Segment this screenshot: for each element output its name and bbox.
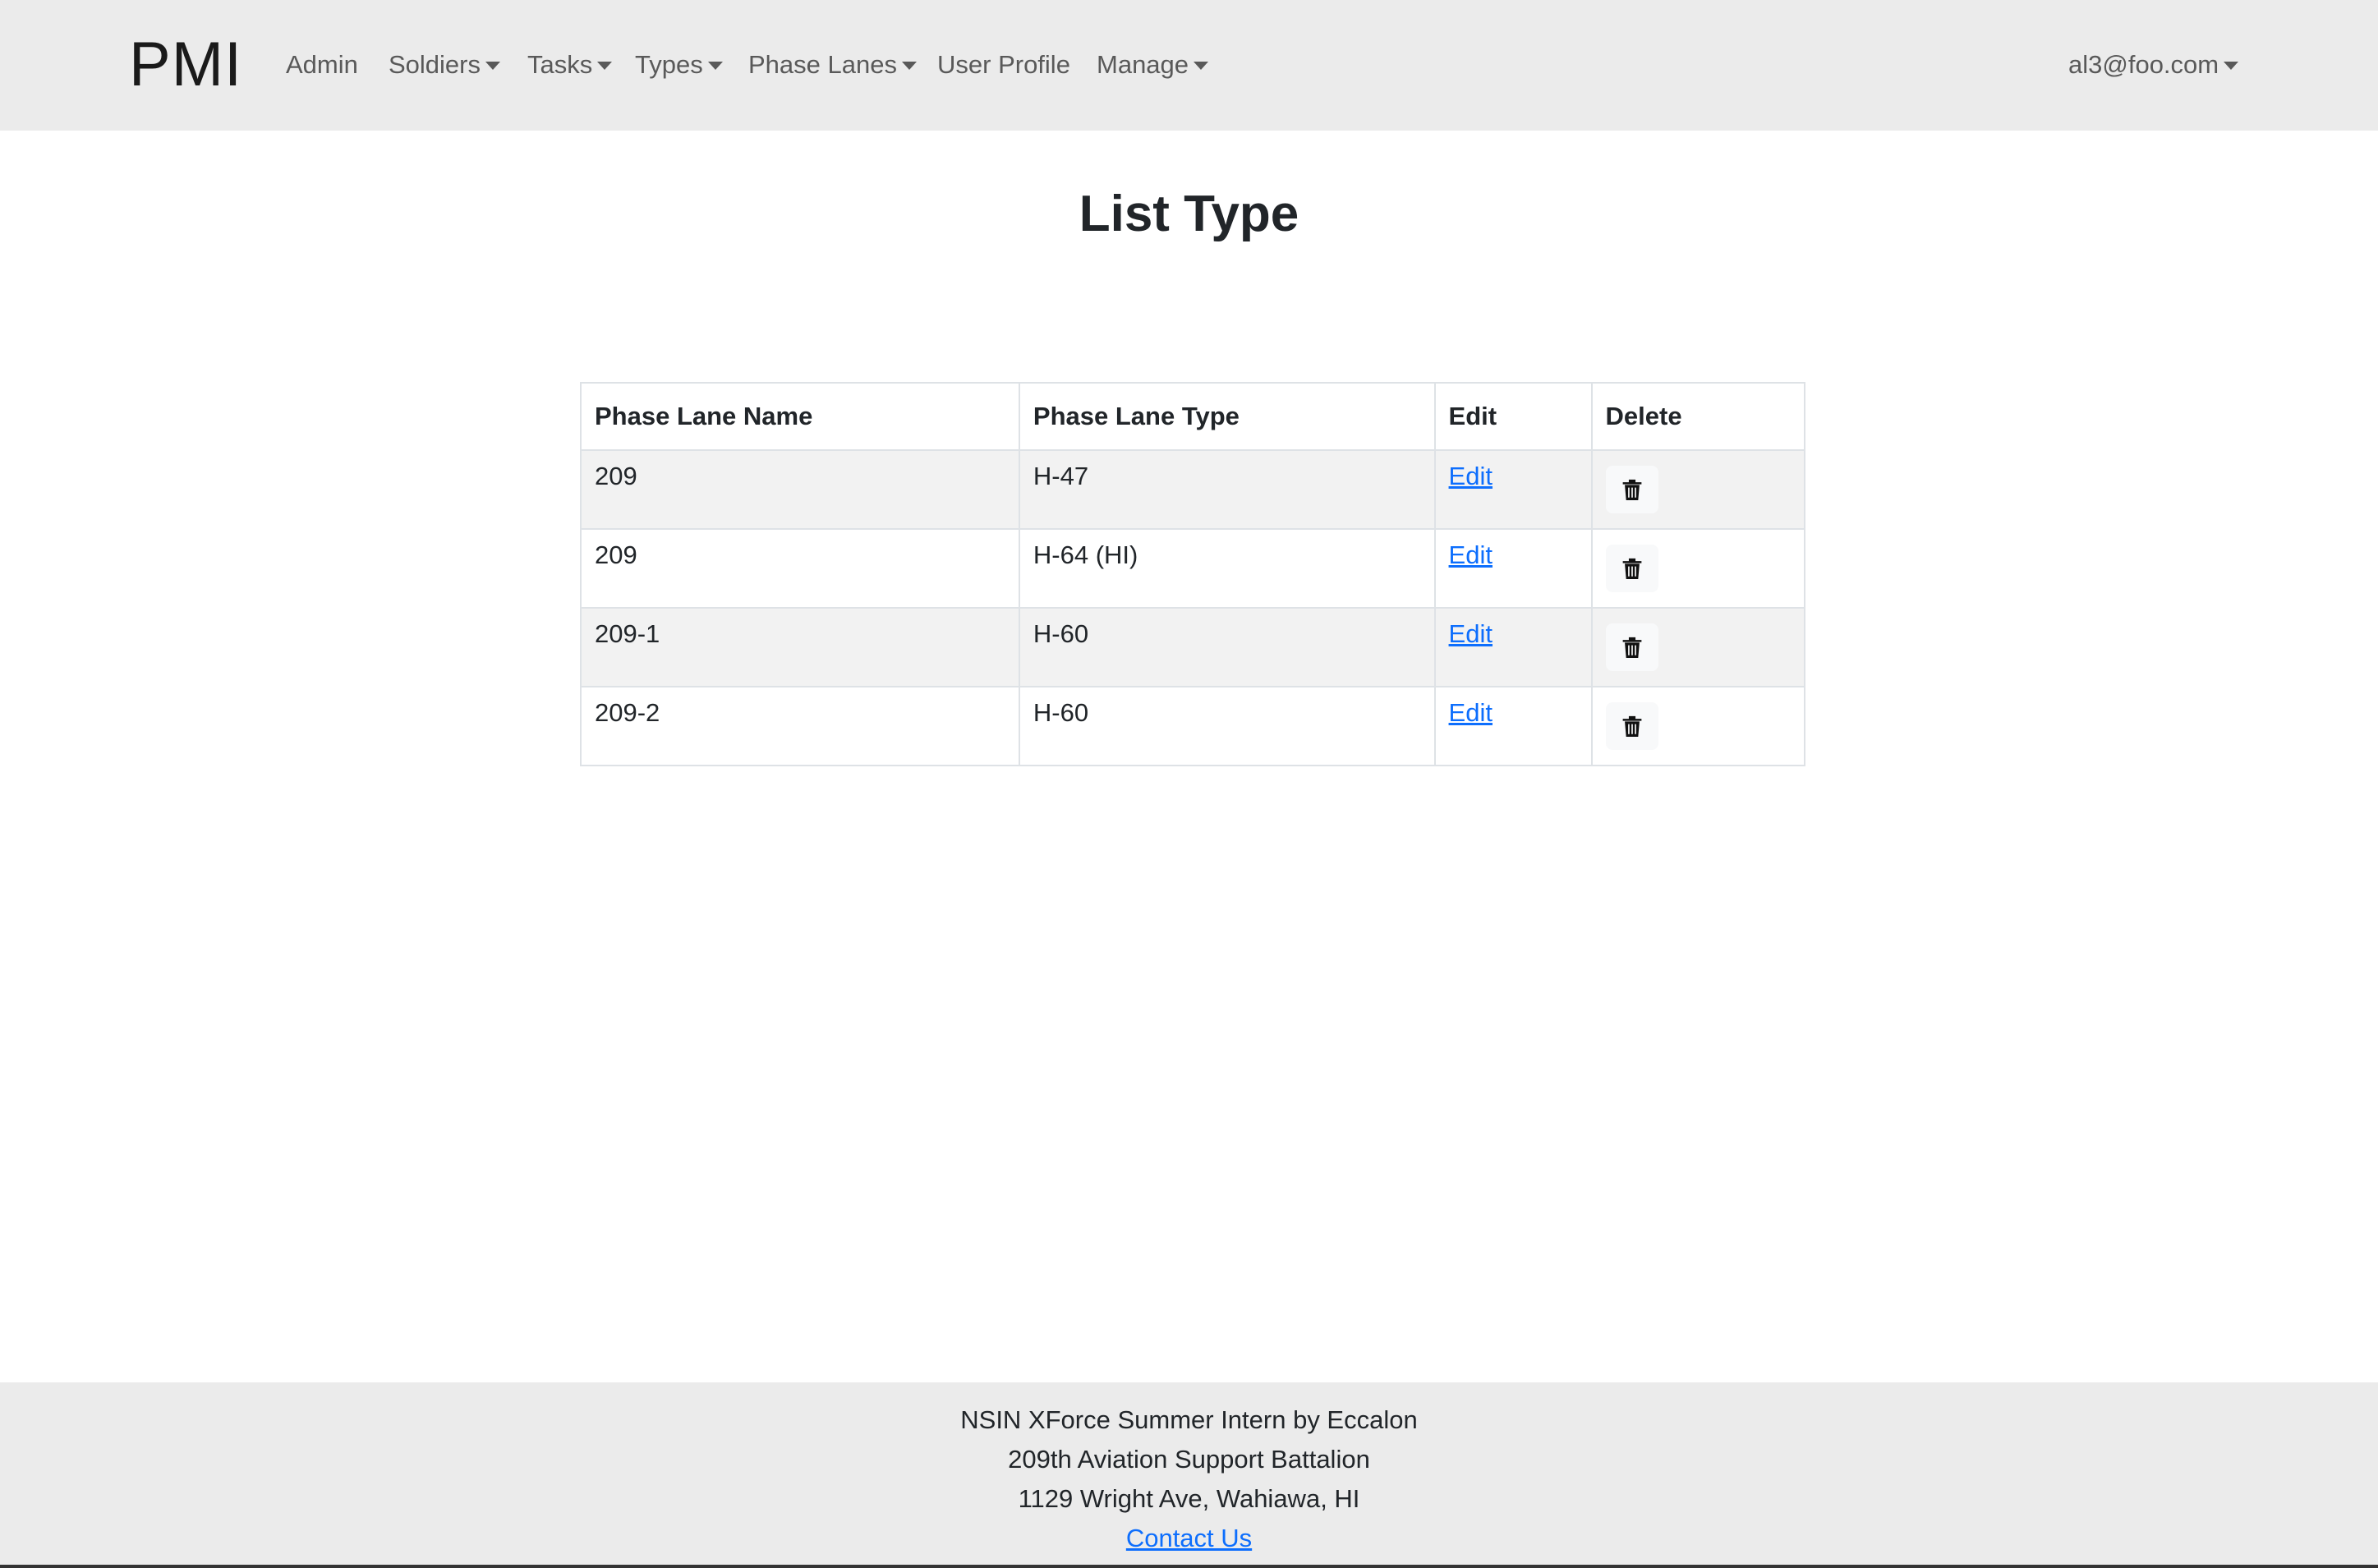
cell-delete (1590, 686, 1806, 766)
cell-edit: Edit (1433, 449, 1593, 530)
footer-unit: 209th Aviation Support Battalion (1008, 1445, 1370, 1474)
cell-delete (1590, 449, 1806, 530)
trash-icon (1622, 558, 1641, 579)
edit-link[interactable]: Edit (1449, 540, 1493, 569)
nav-soldiers-label: Soldiers (389, 50, 481, 79)
nav-manage-dropdown[interactable]: Manage (1097, 43, 1209, 87)
delete-button[interactable] (1605, 623, 1658, 671)
nav-admin-label: Admin (286, 50, 358, 79)
cell-phase-lane-name: 209-1 (580, 607, 1020, 687)
delete-button[interactable] (1605, 545, 1658, 592)
cell-delete (1590, 528, 1806, 609)
brand-logo[interactable]: PMI (129, 20, 242, 110)
table-row: 209-2 H-60 Edit (580, 686, 1806, 766)
cell-phase-lane-type: H-60 (1018, 686, 1436, 766)
nav-phase-lanes-dropdown[interactable]: Phase Lanes (748, 43, 917, 87)
nav-manage-label: Manage (1097, 50, 1189, 79)
header-phase-lane-name: Phase Lane Name (580, 382, 1020, 451)
user-account-dropdown[interactable]: al3@foo.com (2068, 43, 2239, 87)
cell-phase-lane-type: H-60 (1018, 607, 1436, 687)
cell-delete (1590, 607, 1806, 687)
caret-down-icon (485, 62, 500, 70)
cell-phase-lane-name: 209 (580, 528, 1020, 609)
table-header-row: Phase Lane Name Phase Lane Type Edit Del… (580, 382, 1806, 451)
header-edit: Edit (1433, 382, 1593, 451)
trash-icon (1622, 637, 1641, 658)
cell-phase-lane-type: H-64 (HI) (1018, 528, 1436, 609)
top-navbar: PMI Admin Soldiers Tasks Types Phase Lan… (0, 0, 2378, 131)
table-row: 209 H-64 (HI) Edit (580, 528, 1806, 609)
cell-phase-lane-name: 209-2 (580, 686, 1020, 766)
page-footer: NSIN XForce Summer Intern by Eccalon 209… (0, 1382, 2378, 1568)
nav-user-profile-label: User Profile (937, 50, 1070, 79)
header-phase-lane-type: Phase Lane Type (1018, 382, 1436, 451)
delete-button[interactable] (1605, 466, 1658, 513)
nav-admin[interactable]: Admin (286, 43, 358, 87)
edit-link[interactable]: Edit (1449, 462, 1493, 490)
cell-phase-lane-name: 209 (580, 449, 1020, 530)
caret-down-icon (1194, 62, 1209, 70)
contact-us-link[interactable]: Contact Us (1126, 1524, 1252, 1552)
table-row: 209-1 H-60 Edit (580, 607, 1806, 687)
caret-down-icon (2224, 62, 2239, 70)
cell-edit: Edit (1433, 607, 1593, 687)
header-delete: Delete (1590, 382, 1806, 451)
caret-down-icon (597, 62, 613, 70)
edit-link[interactable]: Edit (1449, 698, 1493, 727)
nav-phase-lanes-label: Phase Lanes (748, 50, 897, 79)
caret-down-icon (707, 62, 723, 70)
footer-address: 1129 Wright Ave, Wahiawa, HI (1018, 1484, 1360, 1513)
nav-tasks-dropdown[interactable]: Tasks (527, 43, 613, 87)
nav-user-profile[interactable]: User Profile (937, 43, 1070, 87)
edit-link[interactable]: Edit (1449, 619, 1493, 648)
caret-down-icon (901, 62, 917, 70)
user-email: al3@foo.com (2068, 50, 2219, 79)
trash-icon (1622, 479, 1641, 500)
cell-edit: Edit (1433, 686, 1593, 766)
cell-edit: Edit (1433, 528, 1593, 609)
footer-credit: NSIN XForce Summer Intern by Eccalon (960, 1405, 1418, 1434)
nav-types-dropdown[interactable]: Types (635, 43, 723, 87)
nav-tasks-label: Tasks (527, 50, 593, 79)
nav-types-label: Types (635, 50, 703, 79)
nav-soldiers-dropdown[interactable]: Soldiers (389, 43, 500, 87)
delete-button[interactable] (1605, 702, 1658, 750)
cell-phase-lane-type: H-47 (1018, 449, 1436, 530)
phase-lane-table: Phase Lane Name Phase Lane Type Edit Del… (580, 382, 1806, 766)
table-row: 209 H-47 Edit (580, 449, 1806, 530)
page-title: List Type (1079, 186, 1299, 242)
trash-icon (1622, 715, 1641, 737)
